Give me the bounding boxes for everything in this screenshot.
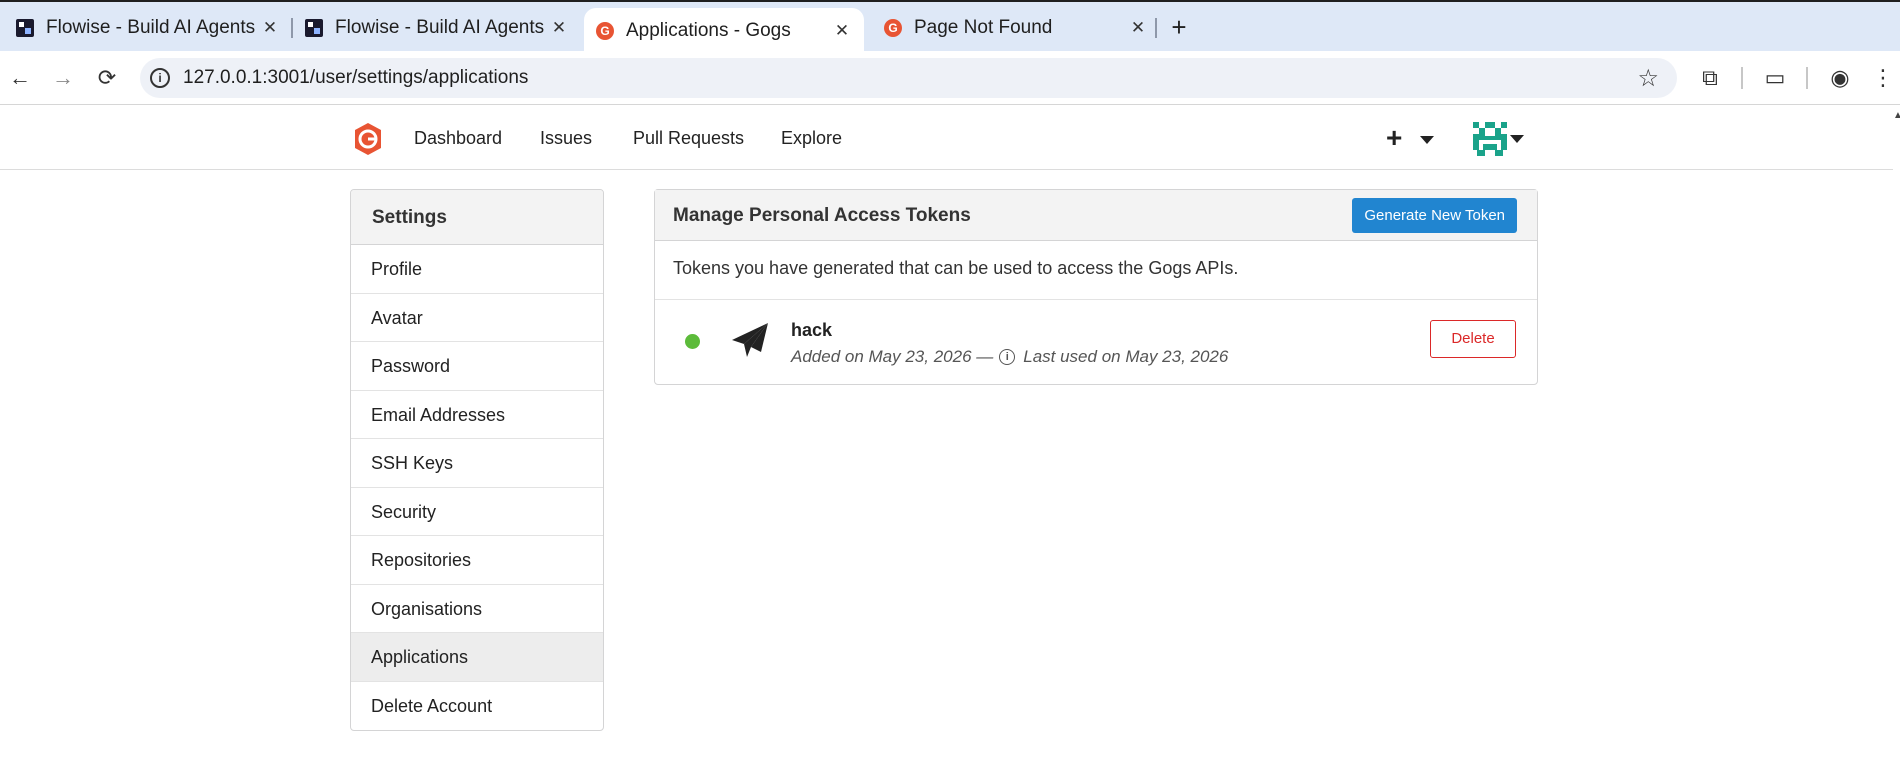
sidebar-item-repositories[interactable]: Repositories [351, 536, 603, 585]
panel-title: Manage Personal Access Tokens [673, 205, 971, 226]
toolbar-separator [1806, 67, 1808, 89]
create-dropdown[interactable]: + [1386, 122, 1435, 154]
close-icon[interactable]: ✕ [832, 21, 852, 41]
flowise-icon [16, 18, 34, 37]
paper-plane-icon [732, 323, 768, 357]
gogs-logo-icon[interactable] [351, 122, 385, 156]
tab-title: Flowise - Build AI Agents [46, 16, 256, 38]
sidebar-item-applications[interactable]: Applications [351, 633, 603, 682]
browser-tabstrip: Flowise - Build AI Agents ✕ Flowise - Bu… [0, 0, 1900, 53]
browser-menu-icon[interactable]: ⋮ [1868, 63, 1898, 93]
chevron-down-icon[interactable] [1510, 135, 1524, 143]
browser-toolbar: ← → ⟳ i 127.0.0.1:3001/user/settings/app… [0, 51, 1900, 105]
nav-dashboard[interactable]: Dashboard [414, 128, 502, 149]
sidebar-item-security[interactable]: Security [351, 488, 603, 536]
close-icon[interactable]: ✕ [1128, 18, 1148, 38]
tab-page-not-found[interactable]: Page Not Found ✕ [884, 9, 1148, 46]
panel-header: Manage Personal Access Tokens Generate N… [655, 190, 1537, 241]
tab-title: Page Not Found [914, 16, 1053, 38]
sidebar-title: Settings [351, 190, 603, 245]
sidebar-item-avatar[interactable]: Avatar [351, 294, 603, 342]
token-added-date: Added on May 23, 2026 — [791, 347, 994, 366]
tab-flowise-2[interactable]: Flowise - Build AI Agents ✕ [305, 9, 569, 46]
plus-icon: + [1386, 122, 1403, 153]
scrollbar-up-arrow[interactable]: ▲ [1893, 110, 1900, 121]
screen-share-icon[interactable]: ▭ [1760, 63, 1790, 93]
settings-sidebar: Settings Profile Avatar Password Email A… [350, 189, 604, 731]
gogs-icon [884, 18, 902, 37]
token-last-used: Last used on May 23, 2026 [1023, 347, 1229, 366]
nav-explore[interactable]: Explore [781, 128, 842, 149]
panel-description: Tokens you have generated that can be us… [655, 241, 1537, 300]
flowise-icon [305, 18, 323, 37]
tab-title: Applications - Gogs [626, 19, 791, 41]
info-icon: i [999, 349, 1016, 365]
bookmark-star-icon[interactable]: ☆ [1637, 64, 1659, 93]
tab-separator [1155, 18, 1157, 38]
nav-pull-requests[interactable]: Pull Requests [633, 128, 744, 149]
sidebar-item-profile[interactable]: Profile [351, 245, 603, 294]
chevron-down-icon [1420, 135, 1435, 144]
user-avatar[interactable] [1473, 122, 1507, 156]
access-tokens-panel: Manage Personal Access Tokens Generate N… [654, 189, 1538, 385]
token-status-dot [685, 334, 700, 349]
token-meta: Added on May 23, 2026 — i Last used on M… [791, 347, 1228, 367]
back-icon[interactable]: ← [5, 63, 35, 93]
nav-issues[interactable]: Issues [540, 128, 592, 149]
close-icon[interactable]: ✕ [549, 18, 569, 38]
toolbar-separator [1741, 67, 1743, 89]
sidebar-item-ssh-keys[interactable]: SSH Keys [351, 439, 603, 488]
generate-new-token-button[interactable]: Generate New Token [1352, 198, 1517, 233]
new-tab-button[interactable]: + [1164, 13, 1194, 41]
sidebar-item-email-addresses[interactable]: Email Addresses [351, 391, 603, 439]
delete-token-button[interactable]: Delete [1430, 320, 1516, 358]
address-bar[interactable]: i 127.0.0.1:3001/user/settings/applicati… [140, 58, 1677, 98]
url-text[interactable]: 127.0.0.1:3001/user/settings/application… [183, 67, 528, 89]
sidebar-item-delete-account[interactable]: Delete Account [351, 682, 603, 731]
gogs-icon [596, 21, 614, 40]
forward-icon[interactable]: → [48, 63, 78, 93]
sidebar-item-password[interactable]: Password [351, 342, 603, 391]
site-info-icon[interactable]: i [150, 68, 170, 88]
tab-separator [291, 18, 293, 38]
sidebar-item-organisations[interactable]: Organisations [351, 585, 603, 633]
tab-flowise-1[interactable]: Flowise - Build AI Agents ✕ [16, 9, 280, 46]
gogs-navbar: Dashboard Issues Pull Requests Explore + [0, 106, 1893, 170]
profile-icon[interactable]: ◉ [1825, 63, 1855, 93]
token-row: hack Added on May 23, 2026 — i Last used… [655, 300, 1537, 384]
reload-icon[interactable]: ⟳ [92, 63, 122, 93]
token-name: hack [791, 320, 833, 340]
extensions-icon[interactable]: ⧉ [1695, 63, 1725, 93]
tab-applications-gogs[interactable]: Applications - Gogs ✕ [584, 8, 864, 53]
close-icon[interactable]: ✕ [260, 18, 280, 38]
tab-title: Flowise - Build AI Agents [335, 16, 545, 38]
